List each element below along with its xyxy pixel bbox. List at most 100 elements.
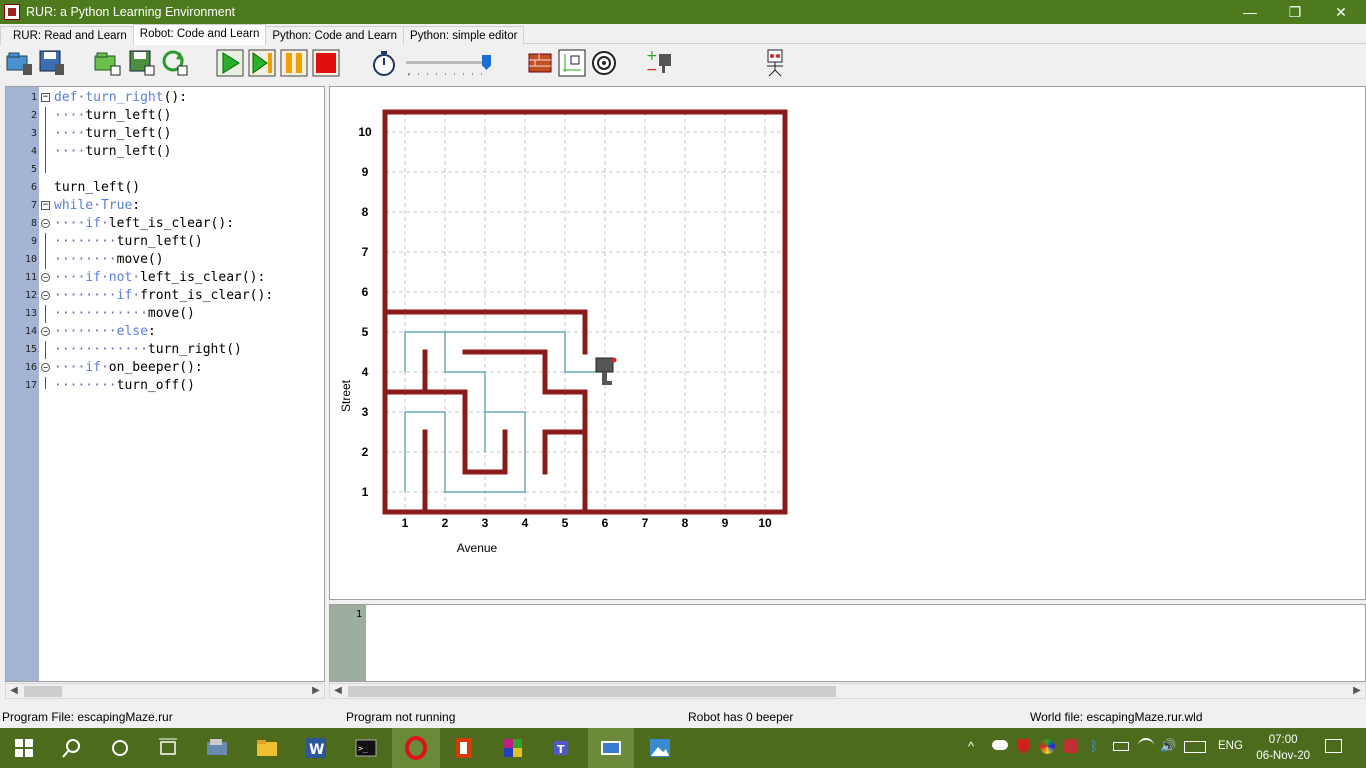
- fold-toggle-icon[interactable]: −: [41, 327, 50, 336]
- code-line[interactable]: 9 ········turn_left(): [6, 233, 321, 251]
- code-line[interactable]: 15 ············turn_right(): [6, 341, 321, 359]
- file-explorer-icon[interactable]: [255, 736, 279, 760]
- shield-icon[interactable]: [1017, 739, 1030, 754]
- code-text: ····if·not·left_is_clear():: [54, 270, 266, 285]
- avenue-tick-label: 7: [642, 516, 649, 530]
- code-line[interactable]: 17 ········turn_off(): [6, 377, 321, 395]
- street-tick-label: 3: [362, 405, 369, 419]
- code-line[interactable]: 2 ····turn_left(): [6, 107, 321, 125]
- color-app-icon[interactable]: [1040, 739, 1055, 754]
- speed-slider[interactable]: [406, 55, 492, 77]
- battery-icon[interactable]: [1113, 742, 1129, 751]
- rur-app-icon[interactable]: [599, 736, 623, 760]
- street-tick-label: 1: [362, 485, 369, 499]
- fold-toggle-icon[interactable]: −: [41, 363, 50, 372]
- tab-robot-code-learn[interactable]: Robot: Code and Learn: [132, 24, 267, 45]
- code-line[interactable]: 3 ····turn_left(): [6, 125, 321, 143]
- step-icon[interactable]: [247, 48, 277, 78]
- code-line[interactable]: 7− while·True:: [6, 197, 321, 215]
- scroll-thumb[interactable]: [348, 686, 836, 697]
- word-icon[interactable]: W: [304, 736, 328, 760]
- fold-toggle-icon[interactable]: −: [41, 201, 50, 210]
- scroll-right-arrow[interactable]: ▶: [1349, 684, 1365, 698]
- fold-line: [45, 107, 46, 125]
- control-panel-icon[interactable]: [205, 736, 229, 760]
- fold-toggle-icon[interactable]: −: [41, 219, 50, 228]
- maximize-button[interactable]: ❐: [1272, 0, 1318, 24]
- tray-up-arrow-icon[interactable]: ^: [968, 739, 974, 754]
- code-line[interactable]: 14− ········else:: [6, 323, 321, 341]
- toolbar: +− wld: [0, 45, 1366, 121]
- code-line[interactable]: 8− ····if·left_is_clear():: [6, 215, 321, 233]
- photos-icon[interactable]: [648, 736, 672, 760]
- notification-icon[interactable]: [1325, 739, 1342, 753]
- scroll-thumb[interactable]: [24, 686, 62, 697]
- fold-toggle-icon[interactable]: −: [41, 93, 50, 102]
- save-world-icon[interactable]: [37, 48, 67, 78]
- line-number: 11: [24, 272, 37, 283]
- code-line[interactable]: 12− ········if·front_is_clear():: [6, 287, 321, 305]
- robot-world-canvas[interactable]: 1 2 3 4 5 6 7 8 9 10 1 2 3 4 5 6 7 8 9 10 Avenue Street: [329, 86, 1366, 600]
- tab-rur-read-learn[interactable]: RUR: Read and Learn: [0, 26, 134, 45]
- tab-python-simple-editor[interactable]: Python: simple editor: [403, 26, 525, 45]
- code-line[interactable]: 10 ········move(): [6, 251, 321, 269]
- add-robot-icon[interactable]: +−: [645, 48, 675, 78]
- task-view-icon[interactable]: [156, 736, 180, 760]
- minimize-button[interactable]: —: [1227, 0, 1273, 24]
- resize-world-icon[interactable]: [557, 48, 587, 78]
- keyboard-icon[interactable]: [1184, 741, 1206, 753]
- fold-toggle-icon[interactable]: −: [41, 273, 50, 282]
- office-icon[interactable]: [452, 736, 476, 760]
- scroll-left-arrow[interactable]: ◀: [330, 684, 346, 698]
- windows-start-icon[interactable]: [12, 736, 36, 760]
- code-line[interactable]: 5: [6, 161, 321, 179]
- code-line[interactable]: 11− ····if·not·left_is_clear():: [6, 269, 321, 287]
- walls-icon[interactable]: [525, 48, 555, 78]
- reload-program-icon[interactable]: [160, 48, 190, 78]
- code-text: ····turn_left(): [54, 108, 172, 123]
- fold-toggle-icon[interactable]: −: [41, 291, 50, 300]
- opera-icon[interactable]: [404, 736, 428, 760]
- scroll-right-arrow[interactable]: ▶: [308, 684, 324, 698]
- open-world-icon[interactable]: [5, 48, 35, 78]
- code-line[interactable]: 16− ····if·on_beeper():: [6, 359, 321, 377]
- cortana-icon[interactable]: [108, 736, 132, 760]
- terminal-icon[interactable]: >_: [354, 736, 378, 760]
- pause-icon[interactable]: [279, 48, 309, 78]
- editor-horizontal-scrollbar[interactable]: ◀ ▶: [5, 683, 325, 699]
- code-line[interactable]: 1− def·turn_right():: [6, 89, 321, 107]
- avenue-tick-label: 1: [402, 516, 409, 530]
- run-icon[interactable]: [215, 48, 245, 78]
- teams-icon[interactable]: T: [550, 736, 574, 760]
- status-world-file: World file: escapingMaze.rur.wld: [1030, 710, 1203, 724]
- stop-icon[interactable]: [311, 48, 341, 78]
- open-program-icon[interactable]: [93, 48, 123, 78]
- speed-slider-thumb[interactable]: [482, 55, 491, 70]
- output-console[interactable]: 1: [329, 604, 1366, 682]
- search-icon[interactable]: [60, 736, 84, 760]
- save-program-icon[interactable]: [127, 48, 157, 78]
- code-line[interactable]: 6 turn_left(): [6, 179, 321, 197]
- timer-icon[interactable]: [369, 48, 399, 78]
- volume-icon[interactable]: 🔊: [1160, 738, 1176, 754]
- code-line[interactable]: 4 ····turn_left(): [6, 143, 321, 161]
- status-bar: Program File: escapingMaze.rur Program n…: [0, 707, 1366, 728]
- code-line[interactable]: 13 ············move(): [6, 305, 321, 323]
- network-app-icon[interactable]: [1064, 739, 1078, 753]
- cloud-icon[interactable]: [992, 740, 1008, 750]
- language-indicator[interactable]: ENG: [1218, 740, 1243, 752]
- bluetooth-icon[interactable]: ᛒ: [1090, 738, 1098, 754]
- console-line-number: 1: [355, 609, 362, 620]
- console-horizontal-scrollbar[interactable]: ◀ ▶: [329, 683, 1366, 699]
- wifi-icon[interactable]: [1138, 738, 1154, 754]
- fold-line: [45, 143, 46, 161]
- tab-python-code-learn[interactable]: Python: Code and Learn: [265, 26, 405, 45]
- code-editor[interactable]: 1− def·turn_right(): 2 ····turn_left() 3 ····…: [5, 86, 325, 682]
- robot-face-icon[interactable]: [760, 48, 790, 78]
- scroll-left-arrow[interactable]: ◀: [6, 684, 22, 698]
- beepers-icon[interactable]: [589, 48, 619, 78]
- clock[interactable]: 07:00 06-Nov-20: [1256, 732, 1310, 764]
- fold-line: [45, 305, 46, 323]
- winrar-icon[interactable]: [501, 736, 525, 760]
- close-button[interactable]: ✕: [1318, 0, 1364, 24]
